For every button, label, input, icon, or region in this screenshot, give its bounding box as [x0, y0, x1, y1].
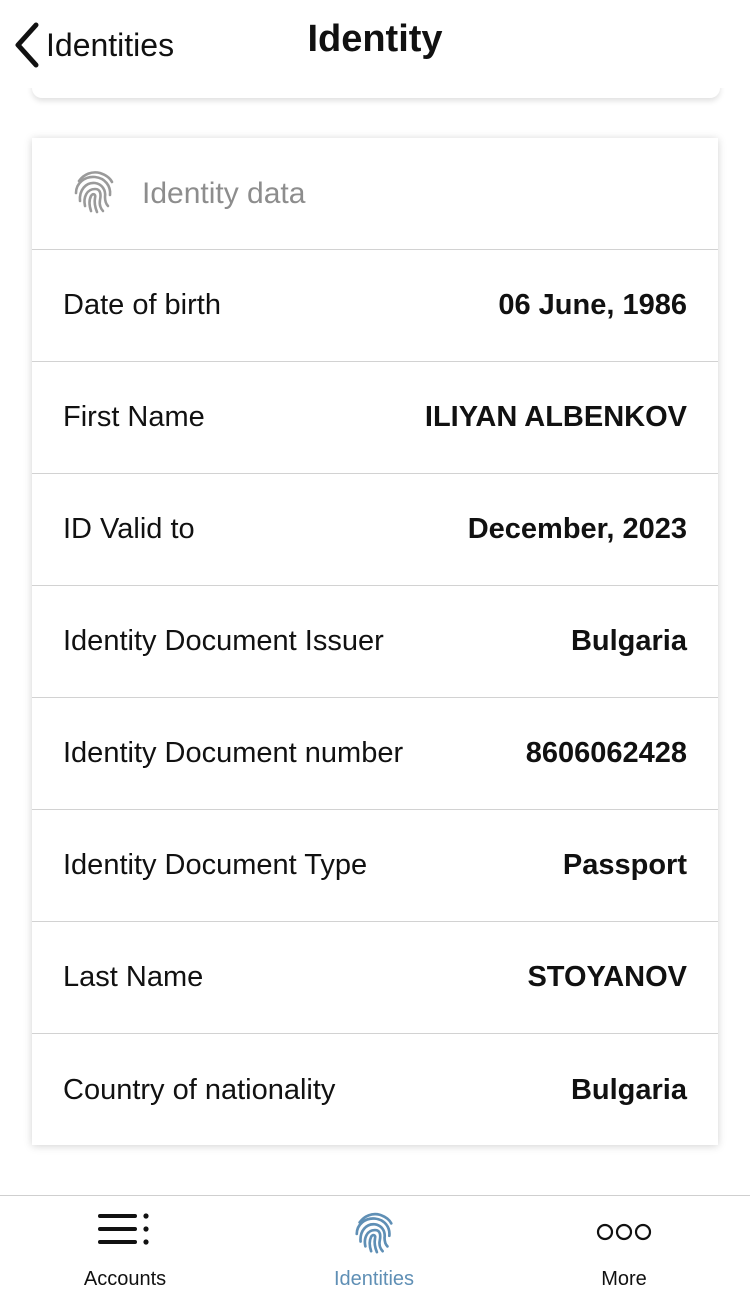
row-document-number: Identity Document number 8606062428 [32, 698, 718, 810]
tab-identities[interactable]: Identities [249, 1196, 499, 1294]
row-document-issuer: Identity Document Issuer Bulgaria [32, 586, 718, 698]
more-icon [596, 1222, 652, 1247]
row-date-of-birth: Date of birth 06 June, 1986 [32, 250, 718, 362]
navigation-bar: Identities Identity [0, 0, 750, 88]
row-label: Date of birth [63, 289, 221, 321]
tab-more[interactable]: More [499, 1196, 749, 1294]
row-label: Identity Document Type [63, 849, 368, 881]
tab-bar: Accounts Identities More [0, 1195, 750, 1294]
row-label: Last Name [63, 961, 204, 993]
row-id-valid-to: ID Valid to December, 2023 [32, 474, 718, 586]
row-nationality: Country of nationality Bulgaria [32, 1034, 718, 1146]
row-label: Country of nationality [63, 1073, 336, 1106]
row-value: Passport [562, 849, 687, 881]
tab-label: Accounts [83, 1268, 167, 1290]
tab-label: More [601, 1268, 647, 1290]
row-value: Bulgaria [570, 1073, 687, 1106]
list-icon [97, 1210, 153, 1255]
row-value: STOYANOV [527, 961, 687, 993]
page-title: Identity [307, 18, 443, 60]
row-label: Identity Document Issuer [63, 625, 384, 657]
row-label: Identity Document number [63, 737, 404, 769]
row-document-type: Identity Document Type Passport [32, 810, 718, 922]
row-value: 8606062428 [525, 737, 687, 769]
row-value: 06 June, 1986 [498, 289, 687, 321]
row-label: First Name [63, 401, 205, 433]
row-value: ILIYAN ALBENKOV [424, 401, 687, 433]
tab-label: Identities [333, 1268, 415, 1290]
identity-data-card: Identity data Date of birth 06 June, 198… [32, 138, 718, 1145]
row-label: ID Valid to [63, 513, 195, 545]
row-first-name: First Name ILIYAN ALBENKOV [32, 362, 718, 474]
row-value: Bulgaria [570, 625, 687, 657]
tab-accounts[interactable]: Accounts [0, 1196, 250, 1294]
row-value: December, 2023 [467, 513, 687, 545]
fingerprint-icon [70, 167, 118, 220]
fingerprint-icon [351, 1208, 397, 1261]
row-last-name: Last Name STOYANOV [32, 922, 718, 1034]
identity-screen: Identities Identity Identity data Date o… [0, 0, 750, 1294]
card-header: Identity data [32, 138, 718, 250]
card-title: Identity data [142, 176, 306, 210]
